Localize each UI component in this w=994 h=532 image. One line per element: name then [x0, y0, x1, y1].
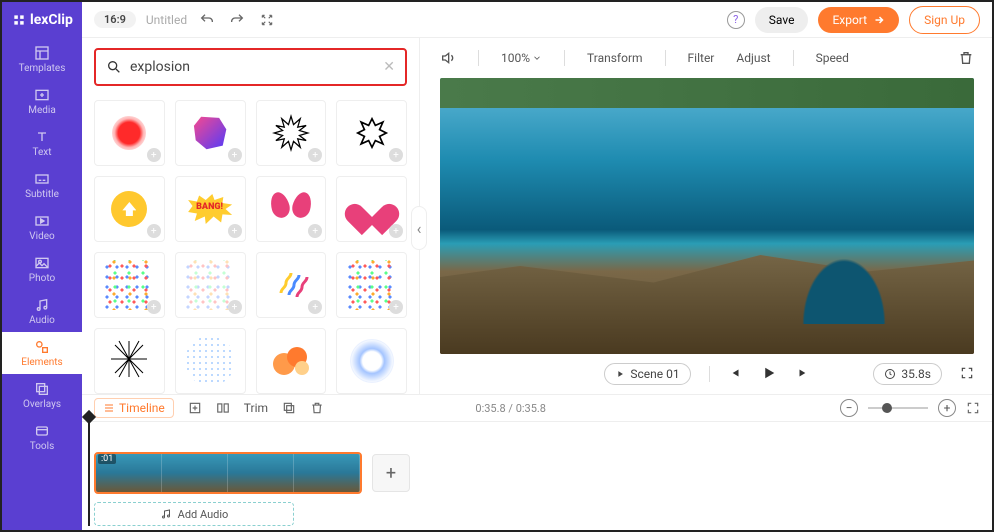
sidebar-item-text[interactable]: Text — [2, 122, 82, 164]
add-icon[interactable]: + — [228, 224, 242, 238]
element-thumb[interactable] — [256, 328, 327, 394]
timeline-time: 0:35.8 / 0:35.8 — [475, 402, 546, 415]
sidebar-item-media[interactable]: Media — [2, 80, 82, 122]
zoom-in-icon[interactable]: + — [938, 399, 956, 417]
zoom-dropdown[interactable]: 100% — [501, 51, 542, 65]
timeline-tab[interactable]: Timeline — [94, 398, 174, 418]
element-thumb[interactable]: + — [94, 100, 165, 166]
timeline-zoom: − + — [840, 399, 980, 417]
preview-canvas[interactable] — [440, 78, 974, 354]
scene-selector[interactable]: Scene 01 — [604, 363, 690, 385]
element-thumb[interactable]: + — [256, 100, 327, 166]
add-clip-button[interactable]: + — [372, 454, 410, 492]
zoom-out-icon[interactable]: − — [840, 399, 858, 417]
playback-controls: Scene 01 35.8s — [422, 354, 992, 394]
clear-search-icon[interactable]: ✕ — [383, 59, 395, 75]
project-title[interactable]: Untitled — [146, 13, 187, 27]
element-thumb[interactable]: + — [175, 100, 246, 166]
topbar: 16:9 Untitled ? Save Export Sign Up — [82, 2, 992, 38]
prev-icon[interactable] — [728, 366, 742, 383]
transform-button[interactable]: Transform — [587, 51, 643, 65]
element-thumb[interactable]: + — [94, 176, 165, 242]
element-thumb[interactable]: + — [336, 176, 407, 242]
add-icon[interactable]: + — [389, 224, 403, 238]
redo-icon[interactable] — [227, 10, 247, 30]
sidebar-item-tools[interactable]: Tools — [2, 416, 82, 458]
trim-button[interactable]: Trim — [244, 401, 268, 415]
element-thumb[interactable]: + — [256, 176, 327, 242]
duration-display[interactable]: 35.8s — [873, 363, 942, 385]
element-thumb[interactable]: BANG!+ — [175, 176, 246, 242]
sidebar: lexClip Templates Media Text Subtitle Vi… — [2, 2, 82, 530]
timeline-toolbar: Timeline Trim 0:35.8 / 0:35.8 − + — [82, 394, 992, 422]
preview-toolbar: 100% Transform Filter Adjust Speed — [422, 38, 992, 78]
next-icon[interactable] — [796, 366, 810, 383]
element-thumb[interactable] — [336, 328, 407, 394]
element-thumb[interactable]: + — [175, 252, 246, 318]
elements-panel: ✕ + + + + + BANG!+ + + + + + + ‹ — [82, 38, 420, 394]
add-icon[interactable]: + — [147, 300, 161, 314]
add-scene-icon[interactable] — [188, 401, 202, 415]
undo-icon[interactable] — [197, 10, 217, 30]
preview-area: 100% Transform Filter Adjust Speed Scene… — [422, 38, 992, 394]
logo: lexClip — [2, 2, 82, 38]
volume-icon[interactable] — [440, 50, 456, 66]
help-icon[interactable]: ? — [727, 11, 745, 29]
split-icon[interactable] — [216, 401, 230, 415]
search-input-wrap: ✕ — [94, 48, 407, 86]
save-button[interactable]: Save — [755, 7, 809, 33]
sidebar-item-overlays[interactable]: Overlays — [2, 374, 82, 416]
search-input[interactable] — [130, 59, 383, 75]
sidebar-item-elements[interactable]: Elements — [2, 332, 82, 374]
signup-button[interactable]: Sign Up — [909, 6, 980, 34]
add-icon[interactable]: + — [147, 224, 161, 238]
element-thumb[interactable]: + — [94, 252, 165, 318]
delete-clip-icon[interactable] — [310, 401, 324, 415]
zoom-slider[interactable] — [868, 407, 928, 409]
element-thumb[interactable]: + — [256, 252, 327, 318]
elements-grid: + + + + + BANG!+ + + + + + + — [94, 100, 407, 394]
playhead[interactable] — [88, 416, 90, 526]
sidebar-item-video[interactable]: Video — [2, 206, 82, 248]
sidebar-item-photo[interactable]: Photo — [2, 248, 82, 290]
element-thumb[interactable] — [175, 328, 246, 394]
add-icon[interactable]: + — [308, 300, 322, 314]
add-audio-button[interactable]: Add Audio — [94, 502, 294, 526]
add-icon[interactable]: + — [389, 300, 403, 314]
add-icon[interactable]: + — [228, 148, 242, 162]
add-icon[interactable]: + — [308, 224, 322, 238]
expand-icon[interactable] — [257, 10, 277, 30]
element-thumb[interactable] — [94, 328, 165, 394]
fit-icon[interactable] — [966, 401, 980, 415]
filter-button[interactable]: Filter — [688, 51, 715, 65]
export-button[interactable]: Export — [818, 7, 899, 33]
duplicate-icon[interactable] — [282, 401, 296, 415]
search-icon — [106, 59, 122, 75]
timeline-tracks: :01 + Add Audio — [82, 422, 992, 530]
delete-icon[interactable] — [958, 50, 974, 66]
element-thumb[interactable]: + — [336, 100, 407, 166]
adjust-button[interactable]: Adjust — [736, 51, 770, 65]
fullscreen-icon[interactable] — [960, 366, 974, 383]
sidebar-item-audio[interactable]: Audio — [2, 290, 82, 332]
add-icon[interactable]: + — [228, 300, 242, 314]
add-icon[interactable]: + — [308, 148, 322, 162]
sidebar-item-subtitle[interactable]: Subtitle — [2, 164, 82, 206]
play-icon[interactable] — [760, 364, 778, 385]
add-icon[interactable]: + — [147, 148, 161, 162]
element-thumb[interactable]: + — [336, 252, 407, 318]
sidebar-item-templates[interactable]: Templates — [2, 38, 82, 80]
speed-button[interactable]: Speed — [816, 51, 849, 65]
video-clip[interactable]: :01 — [94, 452, 362, 494]
add-icon[interactable]: + — [389, 148, 403, 162]
aspect-ratio[interactable]: 16:9 — [94, 11, 136, 28]
